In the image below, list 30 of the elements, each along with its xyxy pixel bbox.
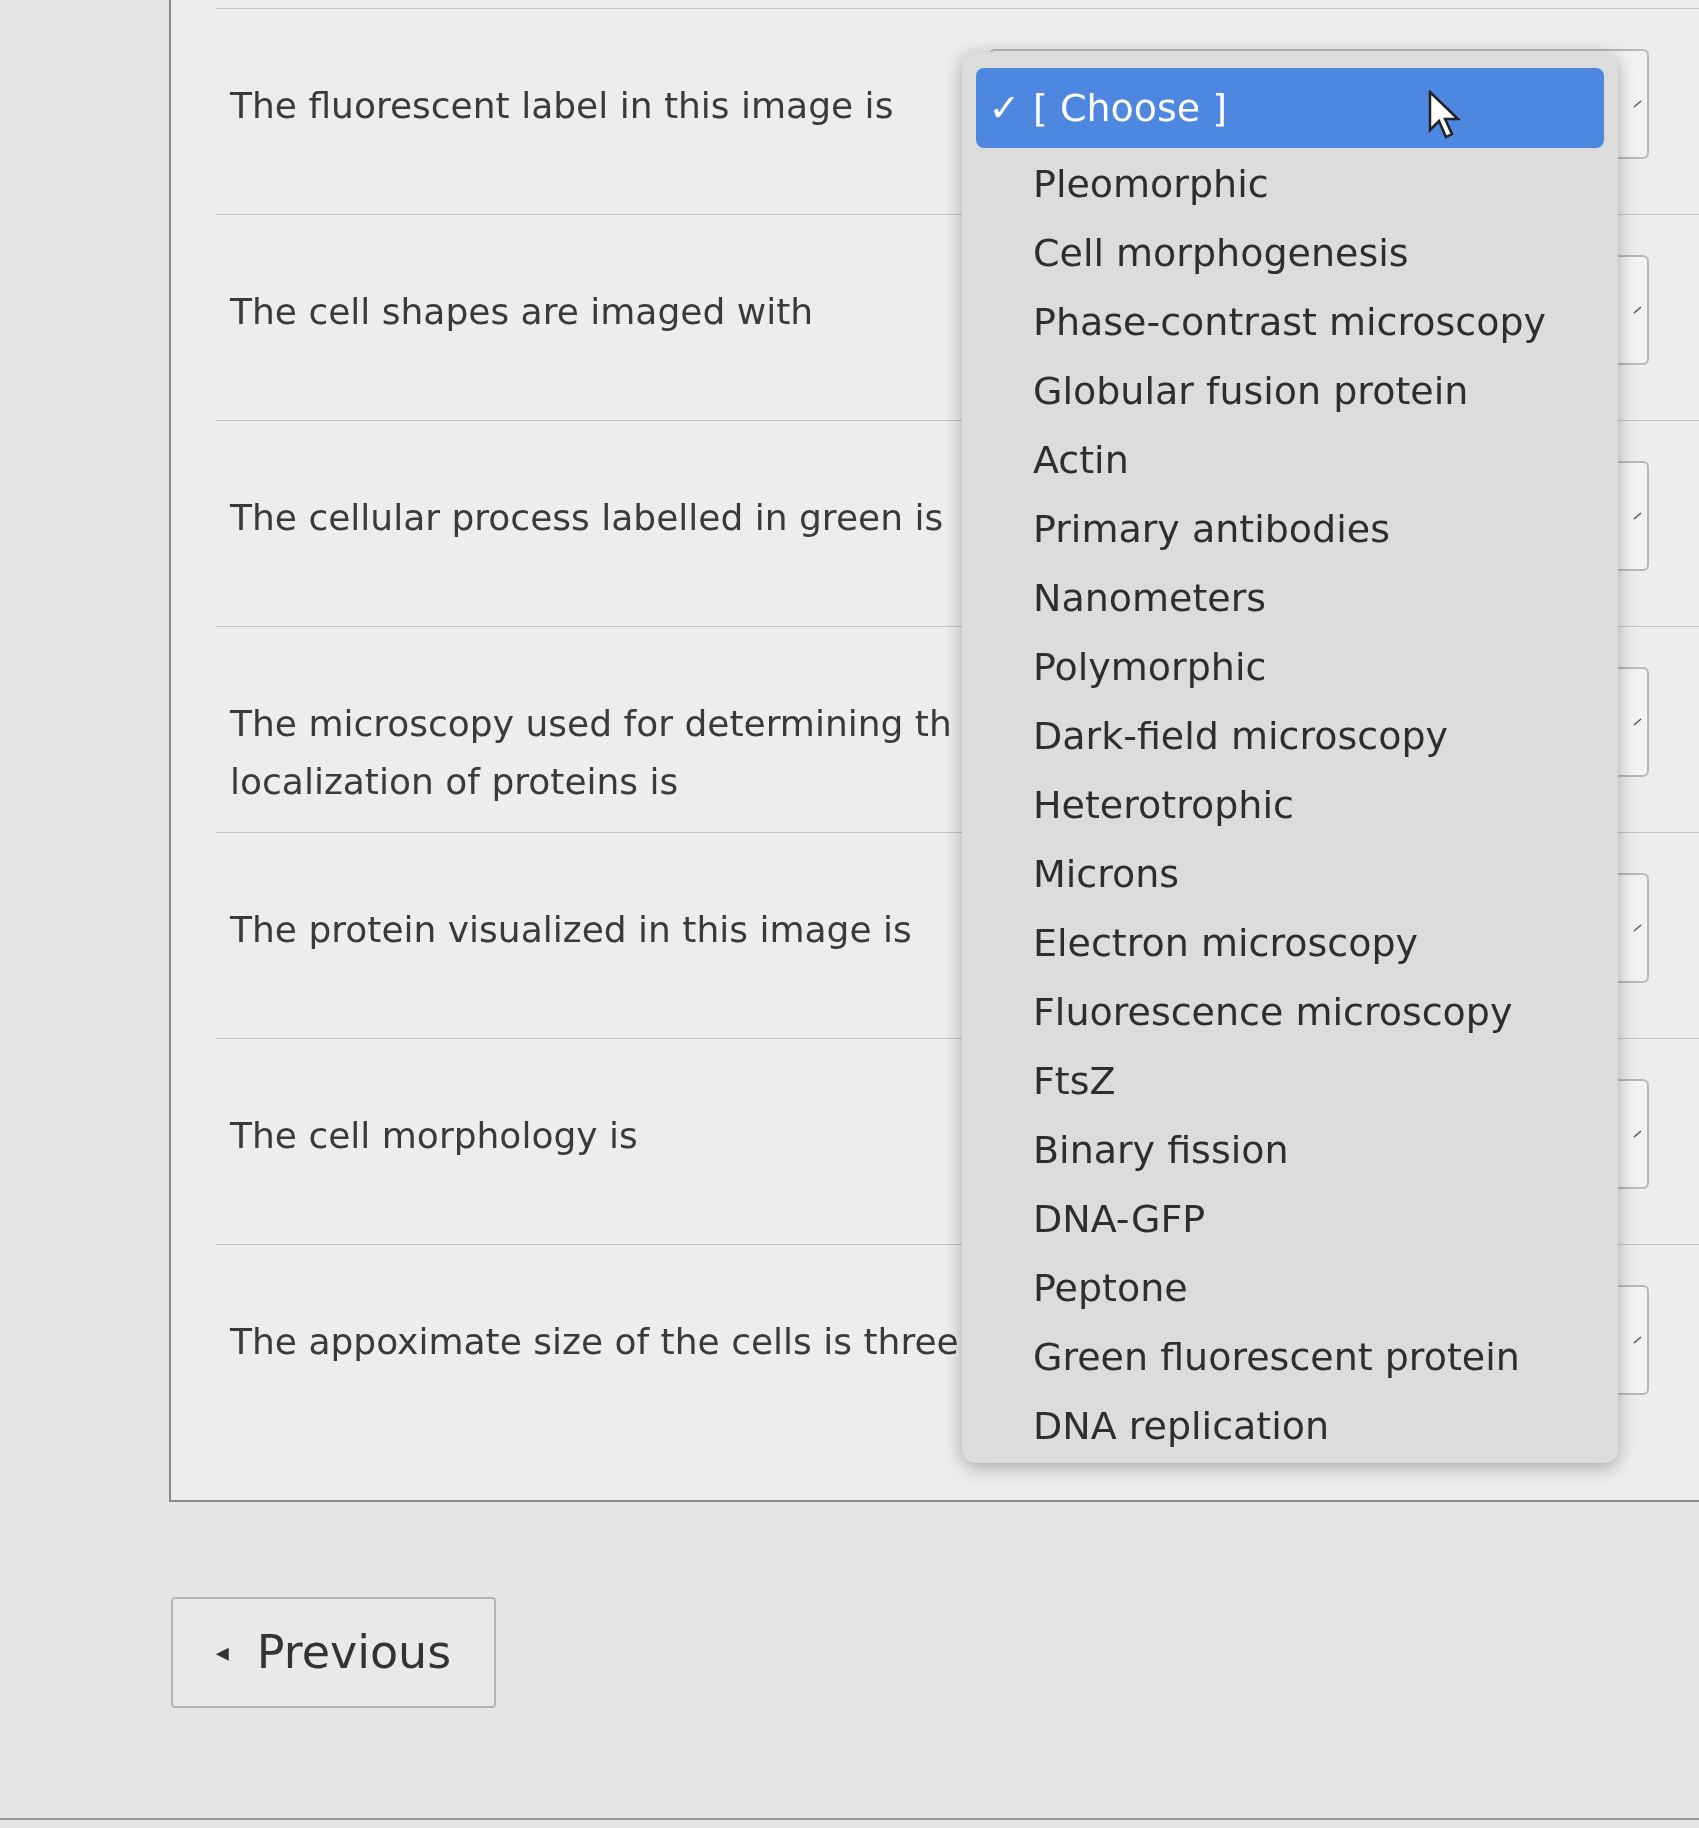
dropdown-option[interactable]: ✓ [ Choose ] — [976, 68, 1604, 148]
question-text: The cell shapes are imaged with — [230, 290, 814, 334]
question-text: The cellular process labelled in green is — [230, 496, 944, 540]
dropdown-option[interactable]: Cell morphogenesis — [976, 219, 1604, 288]
dropdown-option[interactable]: Pleomorphic — [976, 150, 1604, 219]
dropdown-option[interactable]: Green fluorescent protein — [976, 1323, 1604, 1392]
dropdown-option[interactable]: Binary fission — [976, 1116, 1604, 1185]
dropdown-option[interactable]: Peptone — [976, 1254, 1604, 1323]
question-text: The protein visualized in this image is — [230, 908, 912, 952]
question-text: The microscopy used for determining th localization of proteins is — [230, 702, 952, 804]
dropdown-option[interactable]: Polymorphic — [976, 633, 1604, 702]
dropdown-option[interactable]: Primary antibodies — [976, 495, 1604, 564]
dropdown-option[interactable]: Electron microscopy — [976, 909, 1604, 978]
dropdown-option[interactable]: Dark-field microscopy — [976, 702, 1604, 771]
dropdown-option[interactable]: Nanometers — [976, 564, 1604, 633]
dropdown-option[interactable]: FtsZ — [976, 1047, 1604, 1116]
caret-left-icon: ◂ — [215, 1633, 229, 1672]
question-text: The appoximate size of the cells is three — [230, 1320, 959, 1364]
dropdown-option[interactable]: Fluorescence microscopy — [976, 978, 1604, 1047]
dropdown-option[interactable]: Actin — [976, 426, 1604, 495]
dropdown-option[interactable]: Phase-contrast microscopy — [976, 288, 1604, 357]
previous-button[interactable]: ◂ Previous — [171, 1597, 496, 1708]
dropdown-option[interactable]: Heterotrophic — [976, 771, 1604, 840]
dropdown-option[interactable]: Globular fusion protein — [976, 357, 1604, 426]
checkmark-icon: ✓ — [988, 79, 1021, 137]
dropdown-option[interactable]: DNA-GFP — [976, 1185, 1604, 1254]
question-text: The fluorescent label in this image is — [230, 84, 894, 128]
dropdown-option[interactable]: Microns — [976, 840, 1604, 909]
question-text: The cell morphology is — [230, 1114, 638, 1158]
dropdown-option[interactable]: DNA replication — [976, 1392, 1604, 1461]
